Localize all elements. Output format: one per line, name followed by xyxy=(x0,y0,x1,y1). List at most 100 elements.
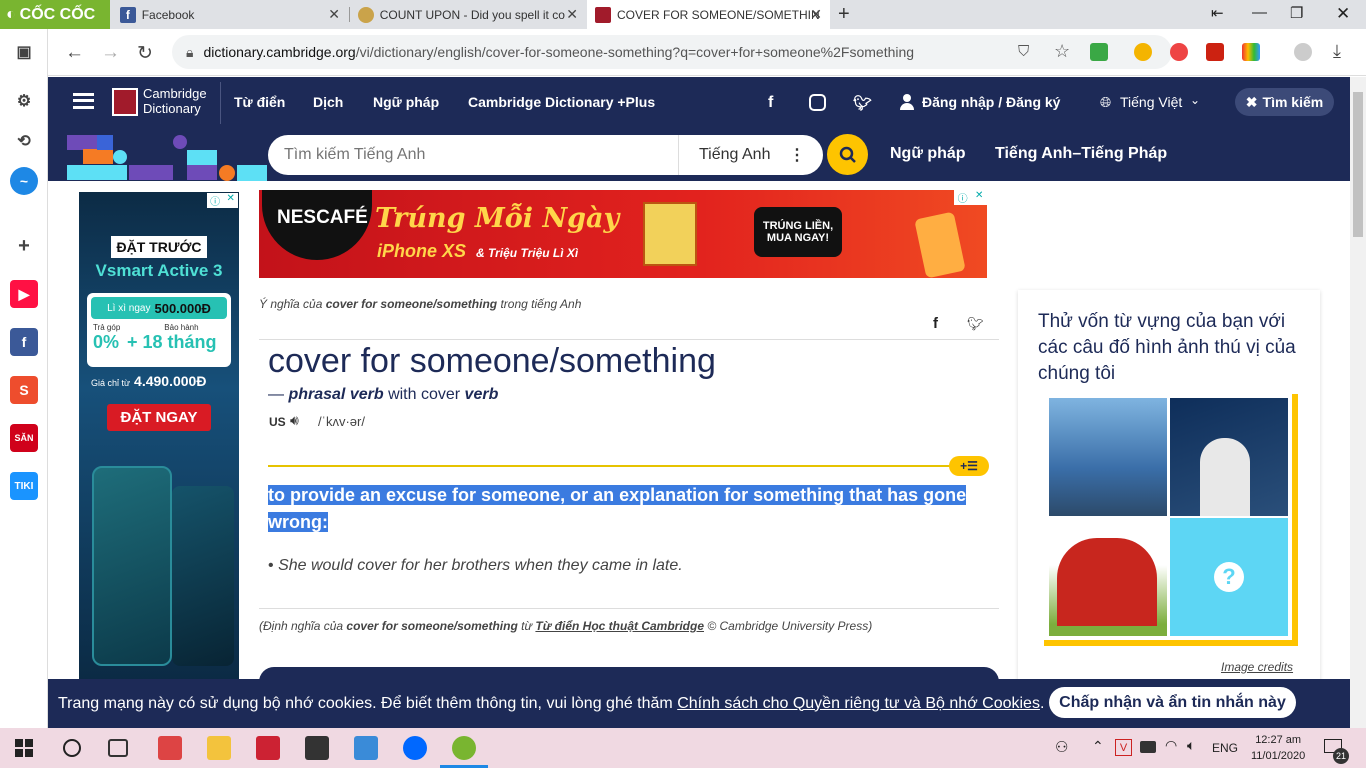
taskbar-app-3-icon[interactable] xyxy=(256,736,280,760)
cambridge-crest-icon xyxy=(112,88,138,116)
people-icon[interactable]: ⚇ xyxy=(1055,738,1068,756)
download-icon[interactable]: ⤓ xyxy=(1333,41,1341,62)
quiz-grid[interactable]: ? xyxy=(1044,394,1292,640)
search-input[interactable] xyxy=(284,146,684,164)
reload-button[interactable]: ↻ xyxy=(137,42,153,65)
extension-icon[interactable] xyxy=(1134,43,1152,61)
add-sidebar-icon[interactable]: + xyxy=(10,232,38,260)
new-tab-button[interactable]: + xyxy=(838,3,850,26)
twitter-icon[interactable]: 🐦︎ xyxy=(853,94,872,112)
nav-english-french[interactable]: Tiếng Anh–Tiếng Pháp xyxy=(995,145,1167,163)
nav-dictionary[interactable]: Từ điển xyxy=(234,94,285,110)
ad-sub2: & Triệu Triệu Lì Xì xyxy=(476,246,579,260)
ad-price-label: Giá chỉ từ xyxy=(91,378,131,388)
quiz-title: Thử vốn từ vựng của bạn với các câu đố h… xyxy=(1038,311,1296,384)
facebook-sidebar-icon[interactable]: f xyxy=(10,328,38,356)
close-window-button[interactable]: ✕ xyxy=(1336,4,1350,24)
pronunciation: /ˈkʌv·ər/ xyxy=(318,414,365,429)
minimize-button[interactable]: — xyxy=(1252,4,1267,21)
scrollbar-thumb[interactable] xyxy=(1353,92,1363,237)
youtube-icon[interactable]: ▶ xyxy=(10,280,38,308)
shield-icon[interactable]: ⛉ xyxy=(1018,43,1029,60)
search-language-select[interactable]: Tiếng Anh ⋮ xyxy=(678,135,823,175)
language-select[interactable]: Tiếng Việt xyxy=(1120,94,1182,110)
close-tab-icon[interactable]: ✕ xyxy=(810,6,822,23)
extension-red-icon[interactable] xyxy=(1206,43,1224,61)
zalo-icon[interactable] xyxy=(403,736,427,760)
bookmark-star-icon[interactable]: ☆ xyxy=(1054,41,1070,62)
site-logo[interactable]: Cambridge Dictionary xyxy=(143,86,207,116)
maximize-button[interactable]: ❐ xyxy=(1290,4,1303,22)
input-language[interactable]: ENG xyxy=(1212,741,1238,755)
ad-installment-label: Trả góp xyxy=(93,323,121,332)
ad-phone-image xyxy=(92,466,172,666)
divider xyxy=(259,608,999,609)
image-credits-link[interactable]: Image credits xyxy=(1221,660,1293,674)
messenger-icon[interactable]: ~ xyxy=(10,167,38,195)
nav-translate[interactable]: Dịch xyxy=(313,94,343,110)
nav-plus[interactable]: Cambridge Dictionary +Plus xyxy=(468,94,655,110)
file-explorer-icon[interactable] xyxy=(207,736,231,760)
share-facebook-icon[interactable]: f xyxy=(933,315,938,332)
ad-coffee-pack-image xyxy=(643,202,697,266)
clock[interactable]: 12:27 am 11/01/2020 xyxy=(1251,732,1305,764)
tiki-icon[interactable]: TIKI xyxy=(10,472,38,500)
taskbar-app-5-icon[interactable] xyxy=(354,736,378,760)
close-tab-icon[interactable]: ✕ xyxy=(328,6,340,23)
ad-lixi-label: Lì xì ngay xyxy=(107,302,151,314)
windows-start-icon[interactable] xyxy=(15,739,33,757)
task-view-icon[interactable] xyxy=(108,739,128,757)
download-ext-icon[interactable] xyxy=(1090,43,1108,61)
quiz-image-barn[interactable] xyxy=(1049,518,1167,636)
tab-count-upon[interactable]: COUNT UPON - Did you spell it co ✕ xyxy=(350,0,586,29)
cookie-policy-link[interactable]: Chính sách cho Quyền riêng tư và Bộ nhớ … xyxy=(677,695,1040,713)
cookie-end: . xyxy=(1039,694,1045,712)
battery-icon[interactable] xyxy=(1140,741,1156,753)
tab-facebook[interactable]: f Facebook ✕ xyxy=(112,0,348,29)
tab-search-icon[interactable]: ⇤ xyxy=(1211,4,1224,22)
cortana-search-icon[interactable] xyxy=(63,739,81,757)
shopee-icon[interactable]: S xyxy=(10,376,38,404)
browser-brand[interactable]: ◐ CỐC CỐC xyxy=(0,0,110,29)
coccoc-taskbar-icon[interactable] xyxy=(452,736,476,760)
adblock-icon[interactable] xyxy=(1170,43,1188,61)
ad-order-button[interactable]: ĐẶT NGAY xyxy=(107,404,211,431)
taskbar-app-1-icon[interactable] xyxy=(158,736,182,760)
tray-chevron-up-icon[interactable]: ⌃ xyxy=(1092,738,1104,755)
login-link[interactable]: Đăng nhập / Đăng ký xyxy=(922,94,1060,110)
back-button[interactable]: ← xyxy=(65,42,84,64)
settings-gear-icon[interactable]: ⚙ xyxy=(10,87,38,115)
region-label: US xyxy=(269,415,286,429)
extension-color-icon[interactable] xyxy=(1242,43,1260,61)
instagram-icon[interactable] xyxy=(809,94,826,111)
quiz-image-skyscrapers[interactable] xyxy=(1049,398,1167,516)
vietkey-icon[interactable]: V xyxy=(1115,739,1132,756)
search-button[interactable] xyxy=(827,134,868,175)
profile-avatar[interactable] xyxy=(1294,43,1312,61)
sendo-icon[interactable]: SĂN xyxy=(10,424,38,452)
audio-speaker-icon[interactable]: 🔊︎ xyxy=(290,412,299,429)
volume-icon[interactable]: 🔈︎ xyxy=(1187,737,1195,754)
source-link[interactable]: Từ điển Học thuật Cambridge xyxy=(535,619,704,633)
close-tab-icon[interactable]: ✕ xyxy=(566,6,578,23)
menu-hamburger-icon[interactable] xyxy=(73,93,94,109)
taskbar-app-4-icon[interactable] xyxy=(305,736,329,760)
facebook-social-icon[interactable]: f xyxy=(768,94,773,112)
forward-button[interactable]: → xyxy=(101,42,120,64)
search-toggle-button[interactable]: ✖ Tìm kiếm xyxy=(1235,88,1334,116)
sidebar-panel-icon[interactable]: ▣ xyxy=(10,38,38,66)
history-icon[interactable]: ⟲ xyxy=(10,127,38,155)
quiz-image-windmill[interactable] xyxy=(1170,398,1288,516)
share-twitter-icon[interactable]: 🐦︎ xyxy=(967,316,984,332)
facebook-icon: f xyxy=(120,6,136,23)
add-to-wordlist-button[interactable]: +☰ xyxy=(949,456,989,476)
ad-close-icon[interactable]: ⓘ ✕ xyxy=(207,193,238,208)
quiz-image-unknown[interactable]: ? xyxy=(1170,518,1288,636)
cambridge-favicon-icon xyxy=(595,6,611,23)
tab-cambridge[interactable]: COVER FOR SOMEONE/SOMETHIN ✕ xyxy=(587,0,830,29)
nav-grammar[interactable]: Ngữ pháp xyxy=(373,94,439,110)
ad-close-icon-2[interactable]: ⓘ ✕ xyxy=(954,190,987,205)
wifi-icon[interactable]: ◠ xyxy=(1165,737,1177,754)
accept-cookies-button[interactable]: Chấp nhận và ẩn tin nhắn này xyxy=(1049,687,1296,718)
nav-grammar-2[interactable]: Ngữ pháp xyxy=(890,145,966,163)
